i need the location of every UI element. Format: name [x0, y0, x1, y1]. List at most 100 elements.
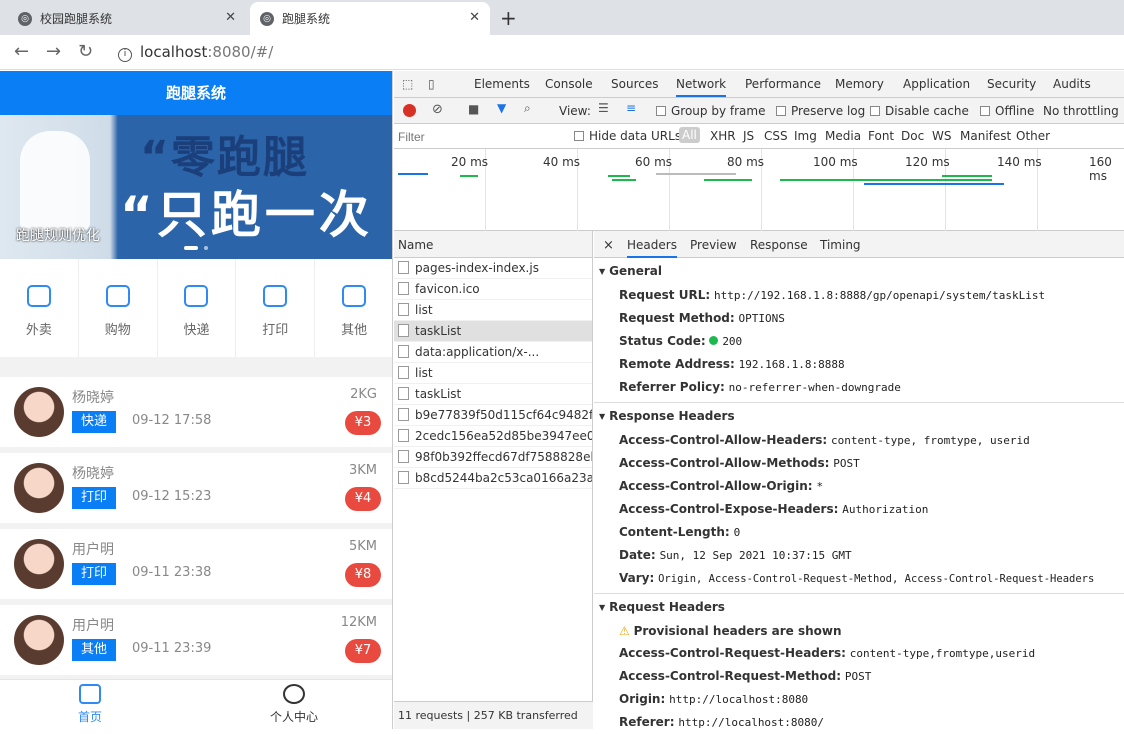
tab-security[interactable]: Security — [987, 77, 1036, 91]
user-icon — [283, 684, 305, 704]
list-view-icon[interactable]: ☰ — [598, 101, 609, 115]
disable-cache-checkbox[interactable]: Disable cache — [870, 104, 969, 118]
group-by-frame-checkbox[interactable]: Group by frame — [656, 104, 765, 118]
tab-memory[interactable]: Memory — [835, 77, 884, 91]
new-tab-button[interactable]: + — [500, 6, 517, 30]
request-row[interactable]: favicon.ico — [394, 279, 592, 300]
reload-icon[interactable]: ↻ — [78, 41, 93, 62]
info-icon[interactable]: i — [118, 48, 132, 62]
address-bar[interactable]: i localhost:8080/#/ — [118, 43, 273, 62]
order-type-tag: 其他 — [72, 639, 116, 661]
tab-response[interactable]: Response — [750, 238, 808, 252]
request-row[interactable]: taskList — [394, 384, 592, 405]
filter-img[interactable]: Img — [794, 129, 817, 143]
order-price-badge: ¥3 — [345, 411, 381, 435]
carousel-dot[interactable] — [204, 246, 208, 250]
filter-xhr[interactable]: XHR — [710, 129, 736, 143]
tab-elements[interactable]: Elements — [474, 77, 530, 91]
tab-headers[interactable]: Headers — [627, 238, 677, 258]
throttling-select[interactable]: No throttling — [1043, 104, 1119, 118]
browser-tab-1[interactable]: ◎ 校园跑腿系统 ✕ — [8, 2, 246, 35]
view-label: View: — [559, 104, 591, 118]
request-row[interactable]: 98f0b392ffecd67df7588828eb... — [394, 447, 592, 468]
carousel-dot-active[interactable] — [184, 246, 198, 250]
tab-home[interactable]: 首页 — [78, 684, 102, 725]
request-row[interactable]: b8cd5244ba2c53ca0166a23a4f... — [394, 468, 592, 489]
filter-input[interactable] — [398, 128, 558, 145]
banner-carousel[interactable]: “零跑腿 “只跑一次 跑腿规则优化 — [0, 115, 392, 259]
order-type-tag: 打印 — [72, 487, 116, 509]
inspect-element-icon[interactable]: ⬚ — [402, 77, 413, 91]
search-icon[interactable]: ⌕ — [524, 101, 531, 116]
app-header: 跑腿系统 — [0, 71, 392, 115]
category-express[interactable]: 快递 — [158, 259, 237, 357]
waterfall-view-icon[interactable]: ≡ — [626, 101, 636, 115]
header-row: Access-Control-Expose-Headers: Authoriza… — [619, 502, 929, 516]
url-host: localhost — [140, 43, 208, 61]
request-row[interactable]: data:application/x-... — [394, 342, 592, 363]
order-item[interactable]: 用户明 其他 09-11 23:39 12KM ¥7 — [0, 605, 392, 675]
browser-tab-2[interactable]: ◎ 跑腿系统 ✕ — [250, 2, 490, 35]
filter-js[interactable]: JS — [743, 129, 754, 143]
device-toggle-icon[interactable]: ▯ — [428, 77, 435, 91]
request-row-selected[interactable]: taskList — [394, 321, 592, 342]
preserve-log-checkbox[interactable]: Preserve log — [776, 104, 865, 118]
filter-all[interactable]: All — [679, 127, 700, 143]
avatar — [14, 387, 64, 437]
filter-other[interactable]: Other — [1016, 129, 1050, 143]
request-row[interactable]: pages-index-index.js — [394, 258, 592, 279]
request-row[interactable]: list — [394, 300, 592, 321]
filter-media[interactable]: Media — [825, 129, 861, 143]
clear-icon[interactable]: ⊘ — [432, 102, 443, 117]
tab-console[interactable]: Console — [545, 77, 593, 91]
forward-arrow-icon[interactable]: → — [46, 41, 61, 62]
filter-font[interactable]: Font — [868, 129, 894, 143]
order-item[interactable]: 杨晓婷 打印 09-12 15:23 3KM ¥4 — [0, 453, 392, 523]
category-shopping[interactable]: 购物 — [79, 259, 158, 357]
close-tab-icon[interactable]: ✕ — [469, 10, 480, 25]
hide-data-urls-checkbox[interactable]: Hide data URLs — [574, 129, 681, 143]
order-item[interactable]: 杨晓婷 快递 09-12 17:58 2KG ¥3 — [0, 377, 392, 447]
browser-tab-title: 跑腿系统 — [282, 12, 331, 26]
devtools-panel: ⬚ ▯ Elements Console Sources Network Per… — [394, 71, 1124, 729]
timeline-bar — [656, 173, 736, 175]
request-row[interactable]: list — [394, 363, 592, 384]
request-row[interactable]: b9e77839f50d115cf64c9482f0... — [394, 405, 592, 426]
tab-profile[interactable]: 个人中心 — [270, 684, 318, 725]
camera-icon[interactable]: ■ — [468, 102, 479, 116]
avatar — [14, 615, 64, 665]
offline-checkbox[interactable]: Offline — [980, 104, 1034, 118]
order-time: 09-12 15:23 — [132, 489, 212, 504]
tab-timing[interactable]: Timing — [820, 238, 861, 252]
filter-doc[interactable]: Doc — [901, 129, 924, 143]
tab-sources[interactable]: Sources — [611, 77, 658, 91]
response-headers-section-header[interactable]: ▼ Response Headers — [594, 403, 1124, 429]
order-price-badge: ¥4 — [345, 487, 381, 511]
filter-icon[interactable]: ▼ — [497, 101, 506, 115]
request-row[interactable]: 2cedc156ea52d85be3947ee02... — [394, 426, 592, 447]
record-icon[interactable] — [403, 104, 416, 117]
category-grid: 外卖 购物 快递 打印 其他 — [0, 259, 392, 357]
order-item[interactable]: 用户明 打印 09-11 23:38 5KM ¥8 — [0, 529, 392, 599]
filter-ws[interactable]: WS — [932, 129, 951, 143]
close-details-icon[interactable]: × — [603, 238, 614, 253]
tab-preview[interactable]: Preview — [690, 238, 737, 252]
back-arrow-icon[interactable]: ← — [14, 41, 29, 62]
general-section-header[interactable]: ▼ General — [594, 258, 1124, 284]
tab-application[interactable]: Application — [903, 77, 970, 91]
request-headers-section-header[interactable]: ▼ Request Headers — [594, 594, 1124, 620]
category-other[interactable]: 其他 — [315, 259, 392, 357]
timeline-bar — [942, 175, 992, 177]
network-timeline-overview[interactable]: 20 ms 40 ms 60 ms 80 ms 100 ms 120 ms 14… — [394, 149, 1124, 231]
tab-audits[interactable]: Audits — [1053, 77, 1091, 91]
name-column-header[interactable]: Name — [394, 231, 592, 258]
timeline-label: 80 ms — [727, 155, 765, 169]
filter-manifest[interactable]: Manifest — [960, 129, 1011, 143]
order-user-name: 用户明 — [72, 618, 114, 634]
filter-css[interactable]: CSS — [764, 129, 788, 143]
tab-performance[interactable]: Performance — [745, 77, 821, 91]
category-takeout[interactable]: 外卖 — [0, 259, 79, 357]
close-tab-icon[interactable]: ✕ — [225, 10, 236, 25]
category-print[interactable]: 打印 — [236, 259, 316, 357]
tab-network[interactable]: Network — [676, 77, 727, 97]
